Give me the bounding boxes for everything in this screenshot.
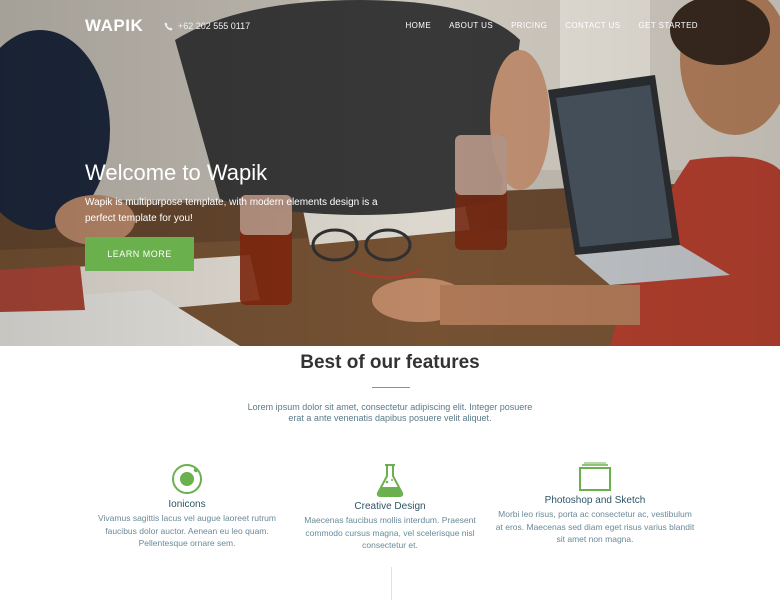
nav-get-started[interactable]: GET STARTED [638,21,698,30]
top-navbar: WAPIK +62 202 555 0117 HOME ABOUT US PRI… [0,0,780,52]
main-menu: HOME ABOUT US PRICING CONTACT US GET STA… [406,21,699,30]
title-divider [372,387,410,388]
feature-name: Creative Design [354,501,426,512]
feature-description: Maecenas faucibus mollis interdum. Praes… [304,515,476,550]
feature-name: Ionicons [168,499,206,510]
nav-home[interactable]: HOME [406,21,432,30]
nav-about-us[interactable]: ABOUT US [449,21,493,30]
section-divider-line [391,567,392,600]
hero-title: Welcome to Wapik [85,160,268,185]
nav-pricing[interactable]: PRICING [511,21,547,30]
phone-icon [164,21,173,31]
flask-icon [376,464,404,497]
ionicons-icon [172,464,202,494]
feature-name: Photoshop and Sketch [544,495,646,506]
feature-description: Morbi leo risus, porta ac consectetur ac… [495,509,695,544]
hero-section: WAPIK +62 202 555 0117 HOME ABOUT US PRI… [0,0,780,346]
feature-ionicons: Ionicons Vivamus sagittis lacus vel augu… [97,462,277,550]
nav-contact-us[interactable]: CONTACT US [565,21,620,30]
feature-creative-design: Creative Design Maecenas faucibus mollis… [300,462,480,552]
learn-more-button[interactable]: LEARN MORE [85,237,194,271]
phone-contact: +62 202 555 0117 [164,21,250,31]
layers-icon [579,462,611,491]
feature-description: Vivamus sagittis lacus vel augue laoreet… [98,513,276,548]
phone-number: +62 202 555 0117 [178,21,251,31]
hero-subtitle: Wapik is multipurpose template, with mod… [85,197,378,224]
feature-photoshop-sketch: Photoshop and Sketch Morbi leo risus, po… [495,462,695,546]
features-title: Best of our features [300,352,480,373]
logo[interactable]: WAPIK [85,16,143,36]
features-subtitle: Lorem ipsum dolor sit amet, consectetur … [247,402,533,423]
